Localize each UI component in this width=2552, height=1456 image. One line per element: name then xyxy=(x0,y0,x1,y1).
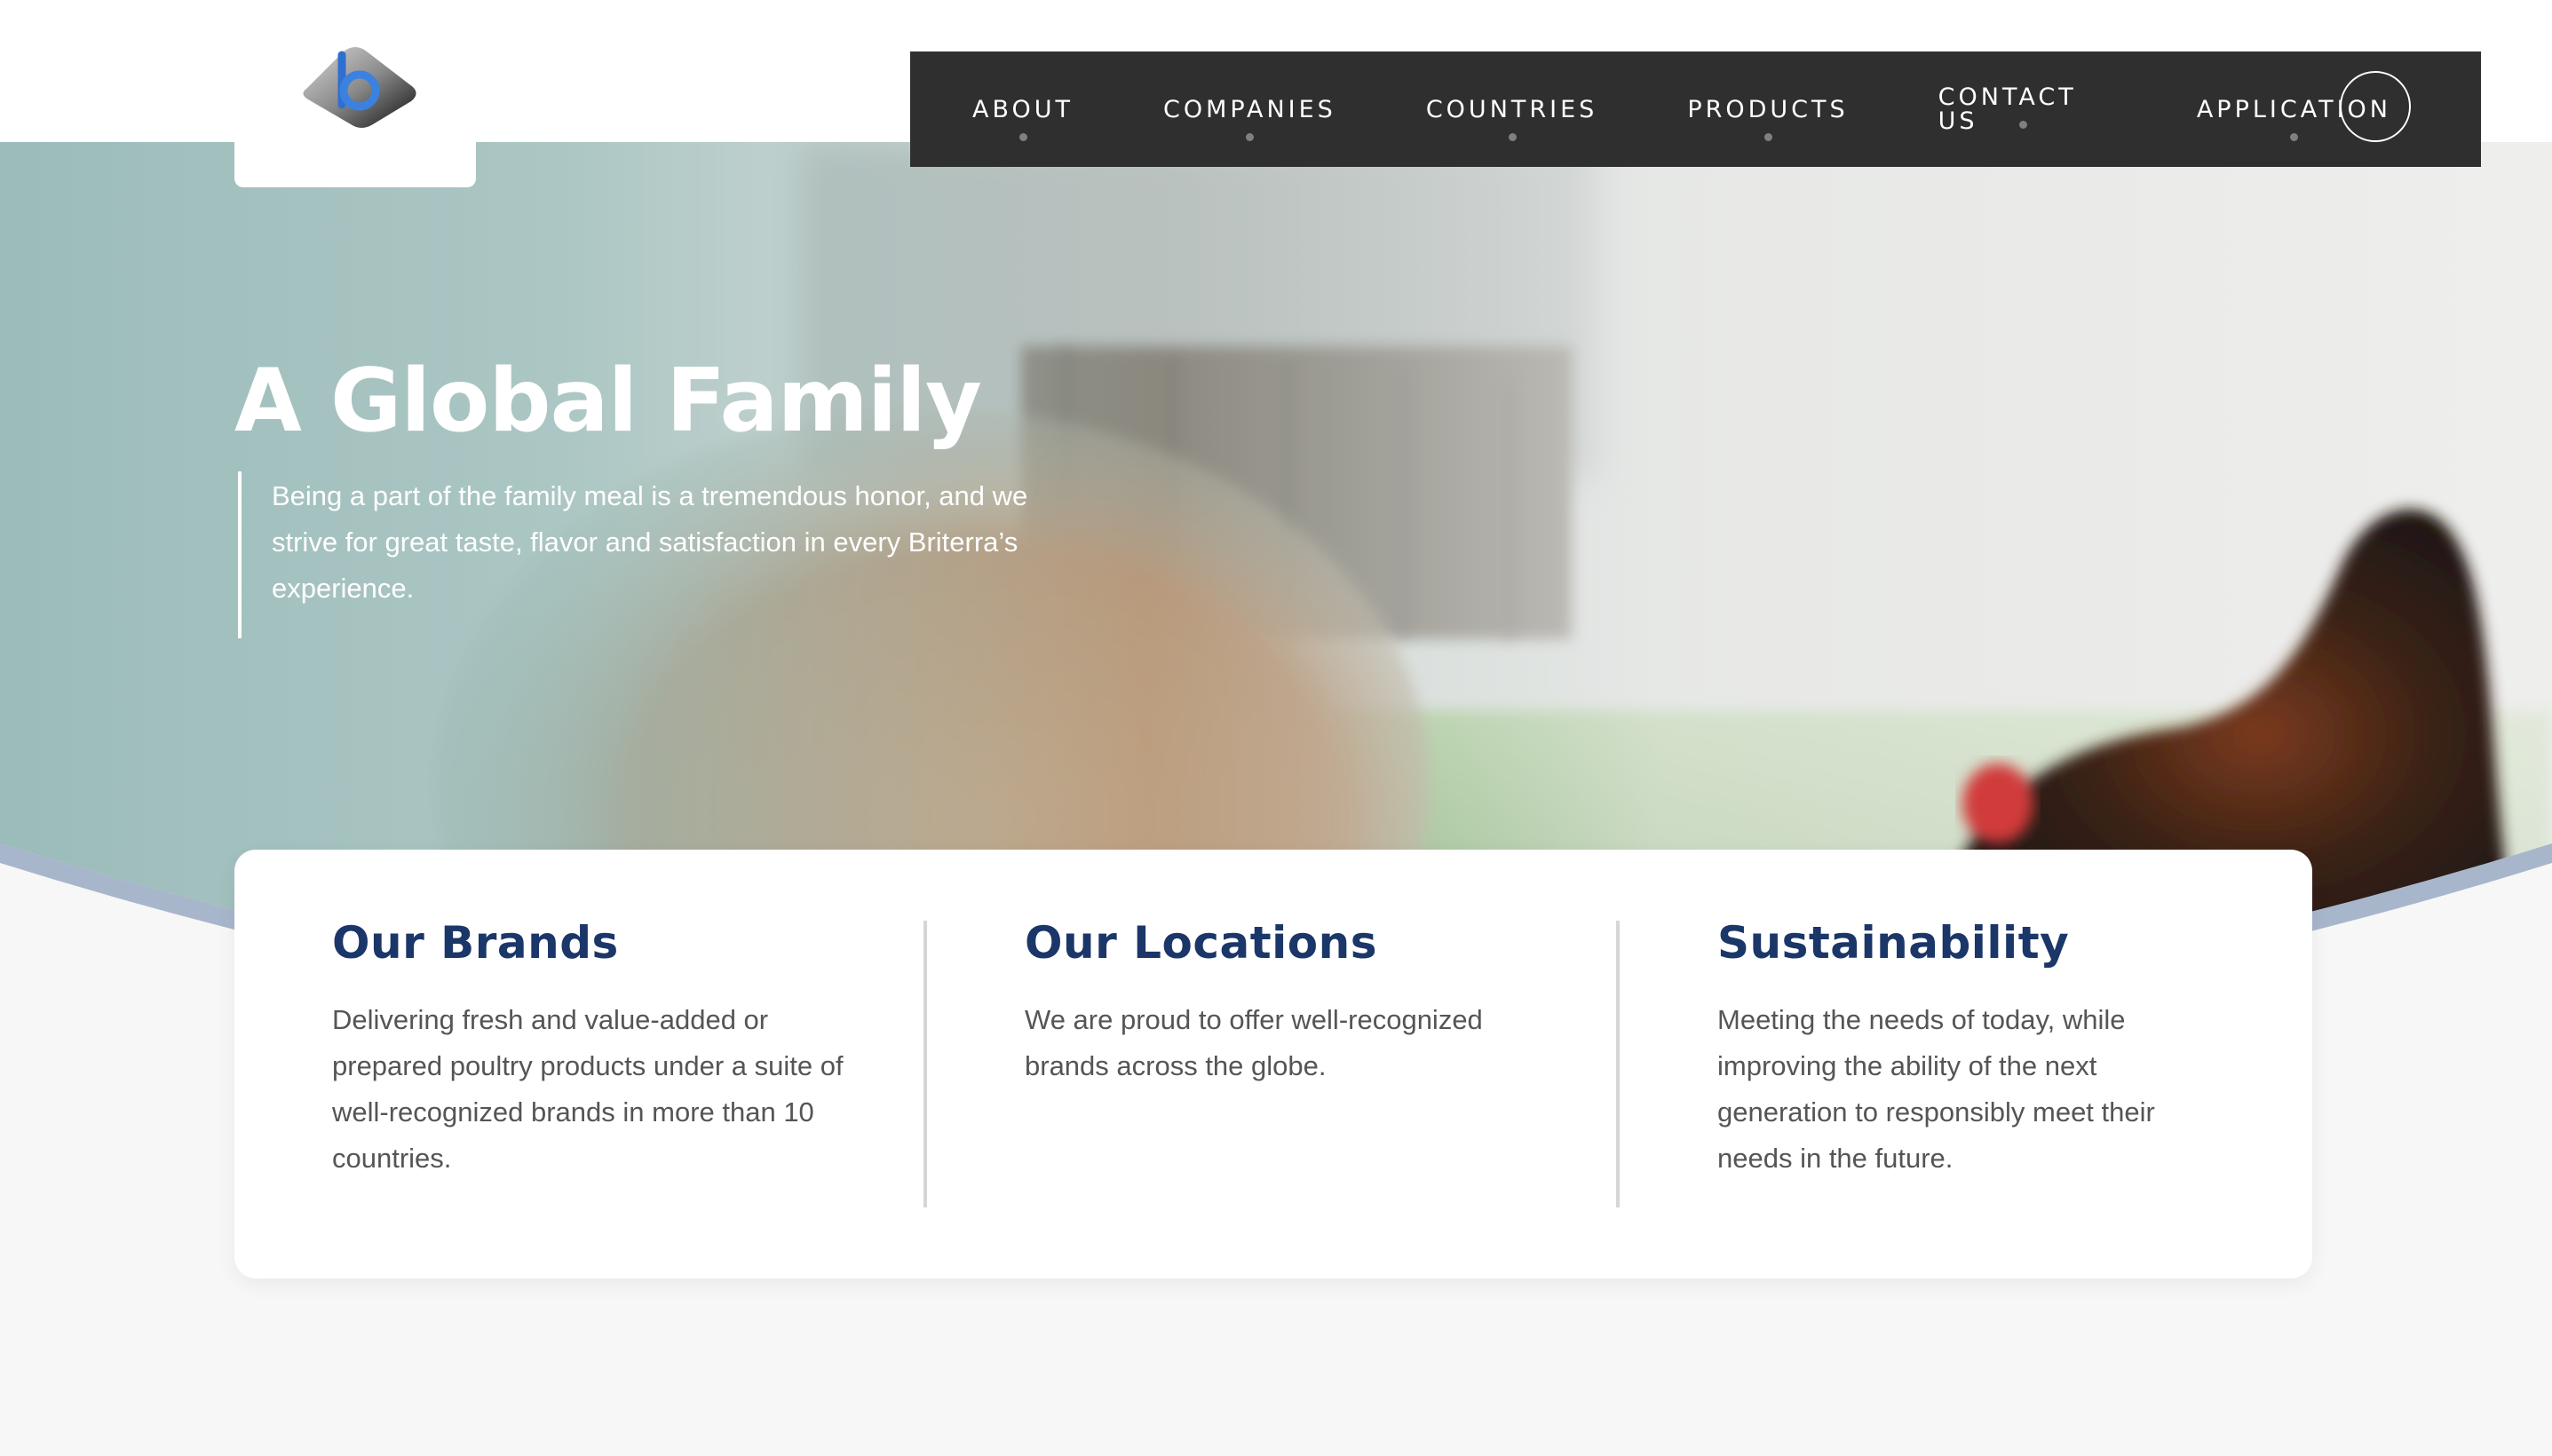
logo-container[interactable] xyxy=(234,0,476,187)
nav-dot xyxy=(1019,132,1028,141)
feature-text: Meeting the needs of today, while improv… xyxy=(1717,1004,2155,1174)
nav-label: COMPANIES xyxy=(1163,95,1336,123)
feature-title[interactable]: Our Brands xyxy=(332,921,865,965)
nav-dot xyxy=(1763,132,1772,141)
hero-text: Being a part of the family meal is a tre… xyxy=(272,480,1028,604)
nav-item-about[interactable]: ABOUT xyxy=(972,95,1074,141)
nav-item-countries[interactable]: COUNTRIES xyxy=(1425,95,1598,141)
feature-title[interactable]: Sustainability xyxy=(1717,921,2215,965)
nav-label: COUNTRIES xyxy=(1425,95,1598,123)
features-card: Our Brands Delivering fresh and value-ad… xyxy=(234,850,2312,1278)
feature-sustainability: Sustainability Meeting the needs of toda… xyxy=(1717,921,2215,1182)
nav-label: PRODUCTS xyxy=(1687,95,1849,123)
nav-label: ABOUT xyxy=(972,95,1074,123)
column-divider xyxy=(923,921,927,1207)
feature-our-brands: Our Brands Delivering fresh and value-ad… xyxy=(332,921,865,1182)
nav-item-contact-us[interactable]: CONTACT US xyxy=(1938,85,2107,133)
search-icon[interactable] xyxy=(2340,71,2411,142)
nav-dot xyxy=(1508,132,1517,141)
feature-text: We are proud to offer well-recognized br… xyxy=(1025,1004,1483,1081)
feature-our-locations: Our Locations We are proud to offer well… xyxy=(1025,921,1557,1089)
feature-title[interactable]: Our Locations xyxy=(1025,921,1557,965)
nav-item-products[interactable]: PRODUCTS xyxy=(1687,95,1849,141)
feature-text: Delivering fresh and value-added or prep… xyxy=(332,1004,844,1174)
hero-quote: Being a part of the family meal is a tre… xyxy=(238,471,1073,638)
nav-dot xyxy=(2018,121,2027,129)
main-navigation: ABOUT COMPANIES COUNTRIES PRODUCTS CONTA… xyxy=(910,51,2481,167)
nav-item-companies[interactable]: COMPANIES xyxy=(1163,95,1336,141)
nav-dot xyxy=(1246,132,1255,141)
hero-title: A Global Family xyxy=(234,351,982,452)
briterra-logo-icon[interactable] xyxy=(289,36,422,133)
nav-dot xyxy=(2290,132,2299,141)
column-divider xyxy=(1616,921,1620,1207)
nav-label: CONTACT US xyxy=(1938,83,2077,135)
